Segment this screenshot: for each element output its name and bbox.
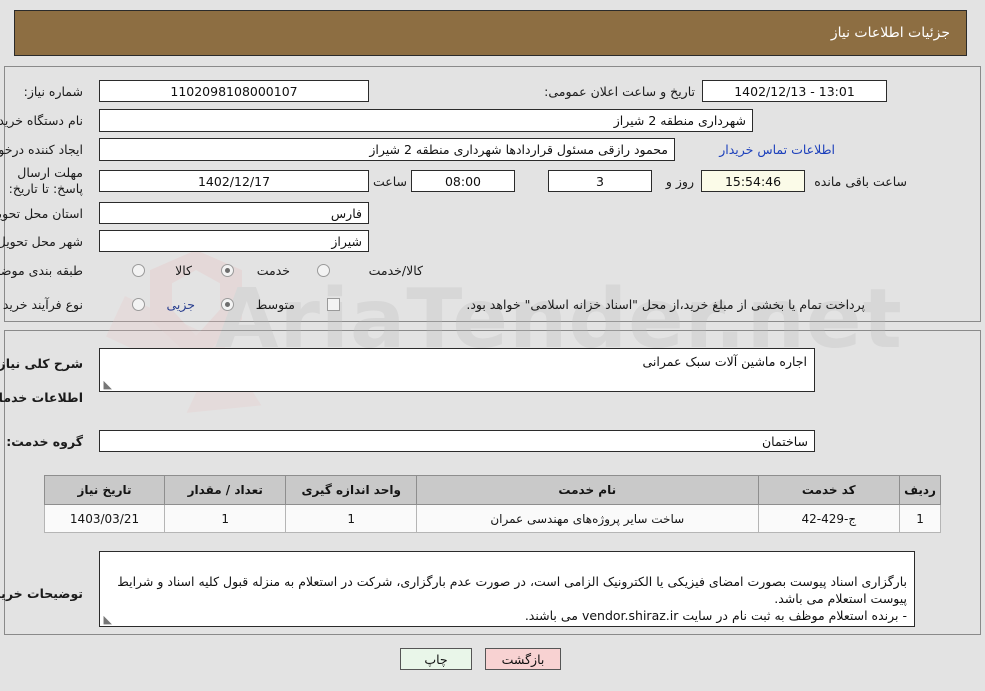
days-unit-label: روز و	[665, 174, 694, 189]
buyer-notes-value: بارگزاری اسناد پیوست بصورت امضای فیزیکی …	[117, 574, 907, 623]
category-label: طبقه بندی موضوعی:	[0, 263, 83, 278]
days-remaining-value: 3	[548, 170, 652, 192]
column-header-code: کد خدمت	[757, 475, 901, 505]
province-value: فارس	[99, 202, 369, 224]
general-need-textarea[interactable]: اجاره ماشین آلات سبک عمرانی ◣	[99, 348, 815, 392]
cell-service-name: ساخت سایر پروژه‌های مهندسی عمران	[415, 504, 759, 533]
resize-grip-icon-notes[interactable]: ◣	[102, 614, 112, 625]
need-number-value: 1102098108000107	[99, 80, 369, 102]
buyer-contact-link[interactable]: اطلاعات تماس خریدار	[719, 142, 835, 157]
column-header-unit: واحد اندازه گیری	[285, 475, 417, 505]
cell-unit: 1	[285, 504, 417, 533]
table-header-row: ردیف کد خدمت نام خدمت واحد اندازه گیری ت…	[43, 475, 941, 505]
deadline-date-value: 1402/12/17	[99, 170, 369, 192]
page-root: AriaTender.net جزئیات اطلاعات نیاز شماره…	[0, 0, 985, 691]
page-header: جزئیات اطلاعات نیاز	[14, 10, 967, 56]
public-announce-value: 13:01 - 1402/12/13	[702, 80, 887, 102]
category-option-label-kala-khedmat: کالا/خدمت	[368, 263, 423, 278]
deadline-hour-label: ساعت	[372, 174, 407, 189]
general-need-value: اجاره ماشین آلات سبک عمرانی	[642, 354, 807, 369]
buyer-notes-textarea[interactable]: بارگزاری اسناد پیوست بصورت امضای فیزیکی …	[99, 551, 915, 627]
purchase-type-radio-motevasset[interactable]	[221, 298, 234, 311]
services-info-heading: اطلاعات خدمات مورد نیاز	[0, 390, 83, 405]
cell-radif: 1	[899, 504, 941, 533]
service-group-label: گروه خدمت:	[6, 434, 83, 449]
need-info-panel	[4, 66, 981, 322]
requester-value: محمود رازقی مسئول قراردادها شهرداری منطق…	[99, 138, 675, 161]
buyer-org-label: نام دستگاه خریدار:	[0, 113, 83, 128]
city-value: شیراز	[99, 230, 369, 252]
category-radio-khedmat[interactable]	[221, 264, 234, 277]
back-button[interactable]: بازگشت	[485, 648, 561, 670]
requester-label: ایجاد کننده درخواست:	[0, 142, 83, 157]
need-number-label: شماره نیاز:	[23, 84, 83, 99]
city-label: شهر محل تحویل:	[0, 234, 83, 249]
purchase-type-label: نوع فرآیند خرید :	[0, 297, 83, 312]
column-header-name: نام خدمت	[415, 475, 759, 505]
column-header-date: تاریخ نیاز	[43, 475, 166, 505]
cell-service-code: ج-429-42	[757, 504, 901, 533]
category-radio-kala-khedmat[interactable]	[317, 264, 330, 277]
deadline-label: مهلت ارسال پاسخ: تا تاریخ:	[8, 165, 83, 196]
buyer-org-value: شهرداری منطقه 2 شیراز	[99, 109, 753, 132]
countdown-suffix-label: ساعت باقی مانده	[814, 174, 907, 189]
column-header-radif: ردیف	[899, 475, 941, 505]
province-label: استان محل تحویل:	[0, 206, 83, 221]
buyer-notes-label: توضیحات خریدار:	[0, 586, 83, 601]
deadline-hour-value: 08:00	[411, 170, 515, 192]
cell-quantity: 1	[164, 504, 287, 533]
public-announce-label: تاریخ و ساعت اعلان عمومی:	[544, 84, 695, 99]
treasury-checkbox[interactable]	[327, 298, 340, 311]
cell-need-date: 1403/03/21	[43, 504, 166, 533]
category-option-label-khedmat: خدمت	[256, 263, 290, 278]
resize-grip-icon[interactable]: ◣	[102, 379, 112, 390]
table-row: 1 ج-429-42 ساخت سایر پروژه‌های مهندسی عم…	[43, 504, 941, 533]
treasury-note-text: پرداخت تمام یا بخشی از مبلغ خرید،از محل …	[466, 297, 865, 312]
service-group-value: ساختمان	[99, 430, 815, 452]
purchase-type-option-label-motevasset: متوسط	[255, 297, 295, 312]
purchase-type-radio-jozii[interactable]	[132, 298, 145, 311]
print-button[interactable]: چاپ	[400, 648, 472, 670]
purchase-type-option-label-jozii: جزیی	[166, 297, 195, 312]
column-header-qty: تعداد / مقدار	[164, 475, 287, 505]
services-table: ردیف کد خدمت نام خدمت واحد اندازه گیری ت…	[43, 475, 941, 533]
general-need-label: شرح کلی نیاز:	[0, 356, 83, 371]
category-radio-kala[interactable]	[132, 264, 145, 277]
page-title: جزئیات اطلاعات نیاز	[830, 25, 950, 41]
countdown-timer-value: 15:54:46	[701, 170, 805, 192]
category-option-label-kala: کالا	[175, 263, 192, 278]
